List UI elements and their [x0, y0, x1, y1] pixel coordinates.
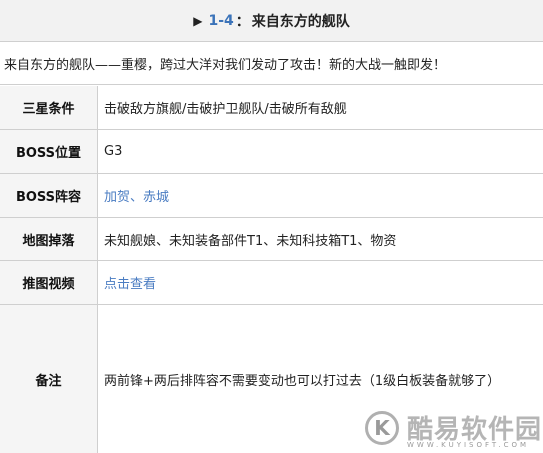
stage-title-bar: ▶ 1-4 ： 来自东方的舰队: [0, 0, 543, 42]
stage-name: 来自东方的舰队: [251, 13, 350, 30]
row-map-drops: 地图掉落 未知舰娘、未知装备部件T1、未知科技箱T1、物资: [0, 218, 543, 261]
row-label: 地图掉落: [0, 218, 98, 260]
row-value: 未知舰娘、未知装备部件T1、未知科技箱T1、物资: [104, 233, 397, 249]
stage-description: 来自东方的舰队——重樱，跨过大洋对我们发动了攻击！新的大战一触即发！: [0, 42, 543, 85]
row-star-conditions: 三星条件 击破敌方旗舰/击破护卫舰队/击破所有敌舰: [0, 86, 543, 130]
view-video-link[interactable]: 点击查看: [104, 273, 156, 292]
row-value: 击破敌方旗舰/击破护卫舰队/击破所有敌舰: [104, 102, 347, 117]
title-separator: ：: [235, 13, 250, 30]
row-value: 点击查看: [104, 261, 543, 304]
row-label: BOSS阵容: [0, 174, 98, 217]
row-value: G3: [104, 144, 123, 159]
row-value: 加贺 、 赤城: [104, 174, 543, 217]
play-arrow-icon: ▶: [193, 13, 203, 28]
row-label: BOSS位置: [0, 130, 98, 173]
row-label: 三星条件: [0, 86, 98, 129]
site-watermark: K 酷易软件园 WWW.KUYISOFT.COM: [365, 407, 543, 453]
stage-info-table: ▶ 1-4 ： 来自东方的舰队 来自东方的舰队——重樱，跨过大洋对我们发动了攻击…: [0, 0, 543, 453]
boss-link-kaga[interactable]: 加贺: [104, 186, 130, 205]
row-boss-position: BOSS位置 G3: [0, 130, 543, 174]
row-boss-lineup: BOSS阵容 加贺 、 赤城: [0, 174, 543, 218]
row-label: 推图视频: [0, 261, 98, 304]
watermark-url: WWW.KUYISOFT.COM: [407, 441, 530, 449]
watermark-logo-icon: K: [365, 411, 399, 445]
row-video: 推图视频 点击查看: [0, 261, 543, 305]
stage-number: 1-4: [208, 12, 234, 29]
list-separator: 、: [130, 190, 144, 205]
row-label: 备注: [0, 305, 98, 453]
boss-link-akagi[interactable]: 赤城: [143, 186, 169, 205]
